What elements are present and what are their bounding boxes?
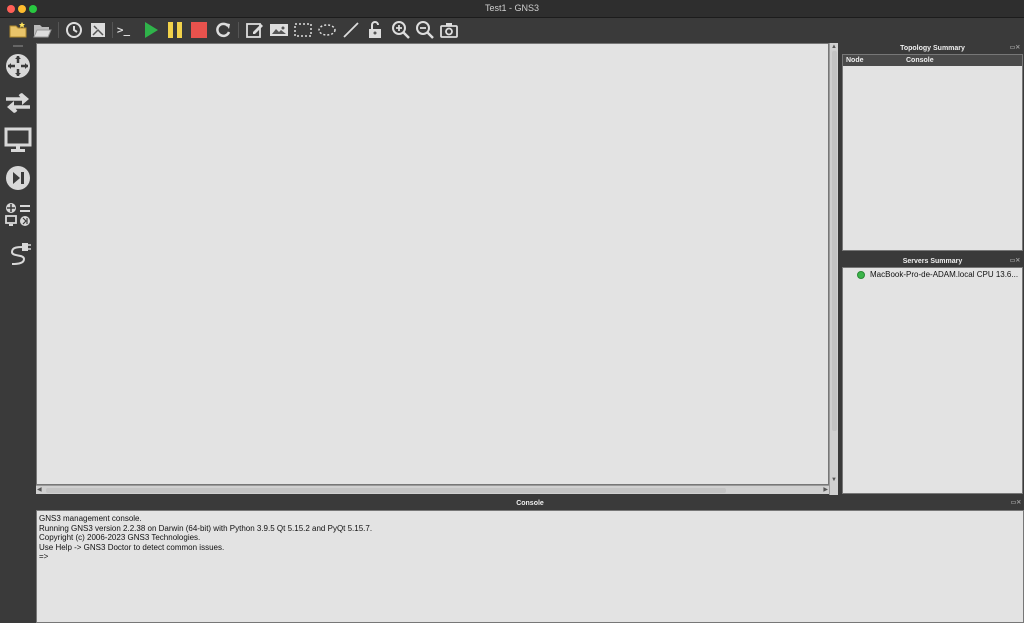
window-title: Test1 - GNS3: [484, 3, 540, 13]
servers-summary-panel: MacBook-Pro-de-ADAM.local CPU 13.6...: [842, 267, 1023, 494]
all-devices-icon[interactable]: [4, 200, 32, 228]
column-node[interactable]: Node: [843, 55, 903, 66]
add-note-icon[interactable]: [245, 20, 265, 40]
svg-text:>_: >_: [117, 24, 131, 37]
servers-summary-header: Servers Summary ▭✕: [842, 256, 1023, 267]
end-devices-icon[interactable]: [4, 126, 32, 154]
start-all-icon[interactable]: [141, 20, 161, 40]
scroll-right-icon[interactable]: ▶: [823, 486, 828, 495]
title-bar: Test1 - GNS3: [0, 0, 1024, 18]
dock-float-close-icon[interactable]: ▭✕: [1010, 500, 1022, 507]
console-line: Running GNS3 version 2.2.38 on Darwin (6…: [39, 523, 373, 533]
security-devices-icon[interactable]: [4, 164, 32, 192]
draw-rectangle-icon[interactable]: [293, 20, 313, 40]
topology-summary-panel: Node Console: [842, 54, 1023, 251]
server-status-icon: [857, 270, 865, 279]
draw-ellipse-icon[interactable]: [317, 20, 337, 40]
console-all-icon[interactable]: >_: [116, 20, 138, 40]
server-name: MacBook-Pro-de-ADAM.local CPU 13.6...: [870, 270, 1019, 279]
topology-summary-title: Topology Summary: [900, 45, 965, 52]
zoom-in-icon[interactable]: [391, 20, 411, 40]
canvas-horizontal-scrollbar[interactable]: ◀ ▶: [36, 485, 829, 494]
server-row[interactable]: MacBook-Pro-de-ADAM.local CPU 13.6...: [843, 268, 1022, 279]
console-header: Console ▭✕: [36, 498, 1024, 509]
servers-summary-title: Servers Summary: [902, 258, 963, 265]
topology-summary-columns: Node Console: [843, 55, 1022, 66]
routers-icon[interactable]: [4, 52, 32, 80]
console-prompt[interactable]: =>: [39, 552, 1023, 562]
dock-float-close-icon[interactable]: ▭✕: [1009, 45, 1021, 52]
screenshot-icon[interactable]: [439, 20, 459, 40]
open-project-icon[interactable]: [32, 20, 52, 40]
console-panel[interactable]: GNS3 management console. Running GNS3 ve…: [36, 510, 1024, 623]
pause-all-icon[interactable]: [165, 20, 185, 40]
reload-all-icon[interactable]: [213, 20, 233, 40]
topology-summary-header: Topology Summary ▭✕: [842, 43, 1023, 54]
draw-line-icon[interactable]: [341, 20, 361, 40]
canvas-vertical-scrollbar[interactable]: ▲ ▼: [829, 43, 838, 495]
device-sidebar: [0, 42, 36, 623]
show-interface-labels-icon[interactable]: [88, 20, 108, 40]
console-title: Console: [516, 500, 544, 507]
snapshot-icon[interactable]: [64, 20, 84, 40]
console-line: Copyright (c) 2006-2023 GNS3 Technologie…: [39, 533, 201, 543]
insert-image-icon[interactable]: [269, 20, 289, 40]
zoom-out-icon[interactable]: [415, 20, 435, 40]
stop-all-icon[interactable]: [189, 20, 209, 40]
new-project-icon[interactable]: [8, 20, 28, 40]
lock-unlock-icon[interactable]: [365, 20, 385, 40]
add-link-icon[interactable]: [4, 239, 32, 267]
scroll-down-icon[interactable]: ▼: [831, 476, 837, 485]
console-line: Use Help -> GNS3 Doctor to detect common…: [39, 542, 225, 552]
main-toolbar: >_: [0, 18, 1024, 42]
column-console[interactable]: Console: [903, 55, 934, 66]
switches-icon[interactable]: [4, 89, 32, 117]
scroll-left-icon[interactable]: ◀: [37, 486, 42, 495]
dock-float-close-icon[interactable]: ▭✕: [1009, 258, 1021, 265]
console-line: GNS3 management console.: [39, 514, 142, 523]
topology-canvas[interactable]: [36, 43, 829, 485]
